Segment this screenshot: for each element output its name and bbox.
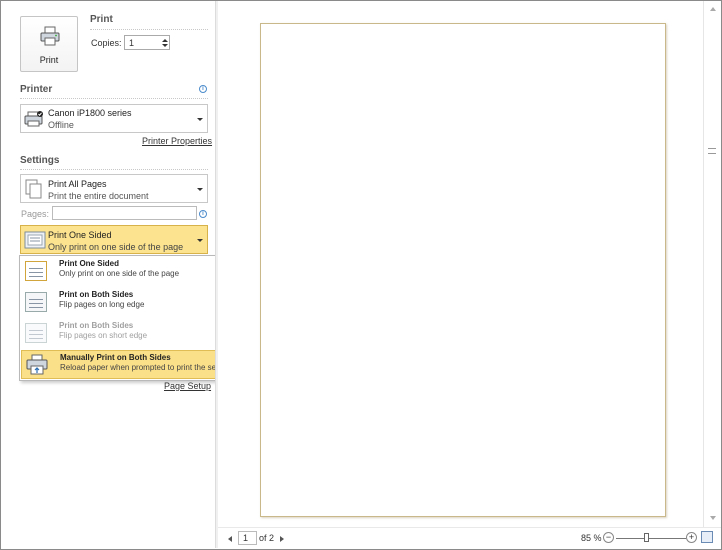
zoom-to-page-icon[interactable] <box>701 531 713 543</box>
pages-label: Pages: <box>21 209 50 219</box>
printer-name: Canon iP1800 series <box>48 108 132 118</box>
one-sided-icon <box>25 261 47 281</box>
one-sided-icon <box>24 231 46 249</box>
divider <box>20 169 208 170</box>
divider <box>90 29 208 30</box>
print-heading: Print <box>90 14 113 25</box>
menu-item-subtitle: Only print on one side of the page <box>59 269 180 278</box>
print-range-select[interactable]: Print All Pages Print the entire documen… <box>20 174 208 203</box>
zoom-slider[interactable] <box>616 538 686 539</box>
menu-item-subtitle: Flip pages on long edge <box>59 300 145 309</box>
menu-item-subtitle: Flip pages on short edge <box>59 331 148 340</box>
copies-stepper[interactable]: 1 <box>124 35 170 50</box>
pages-icon <box>25 179 42 199</box>
menu-item-title: Manually Print on Both Sides <box>60 353 171 362</box>
chevron-down-icon <box>197 117 203 121</box>
printer-status: Offline <box>48 120 74 130</box>
manual-duplex-icon <box>26 354 48 375</box>
printer-icon <box>40 26 60 46</box>
preview-page <box>260 23 666 517</box>
printer-icon <box>24 111 43 127</box>
menu-item-title: Print on Both Sides <box>59 321 134 330</box>
menu-item-title: Print One Sided <box>59 259 120 268</box>
print-sides-title: Print One Sided <box>48 230 112 240</box>
printer-select[interactable]: Canon iP1800 series Offline <box>20 104 208 133</box>
print-range-subtitle: Print the entire document <box>48 191 149 201</box>
print-range-title: Print All Pages <box>48 179 107 189</box>
scroll-up-icon[interactable] <box>710 7 716 11</box>
printer-heading: Printer <box>20 84 53 95</box>
next-page-icon[interactable] <box>280 536 284 542</box>
printer-properties-link[interactable]: Printer Properties <box>142 136 212 146</box>
preview-status-bar: 1 of 2 85 % − + <box>218 527 721 548</box>
info-icon[interactable]: i <box>199 85 207 93</box>
chevron-down-icon <box>197 238 203 242</box>
zoom-level[interactable]: 85 % <box>581 533 602 543</box>
chevron-down-icon <box>197 187 203 191</box>
print-sides-select[interactable]: Print One Sided Only print on one side o… <box>20 225 208 254</box>
print-sides-subtitle: Only print on one side of the page <box>48 242 184 252</box>
zoom-in-icon[interactable]: + <box>686 532 697 543</box>
duplex-short-edge-icon <box>25 323 47 343</box>
pages-input[interactable] <box>52 206 197 220</box>
page-count: of 2 <box>259 533 275 543</box>
increment-icon[interactable] <box>162 39 168 42</box>
copies-label: Copies: <box>91 38 122 48</box>
zoom-out-icon[interactable]: − <box>603 532 614 543</box>
menu-item-title: Print on Both Sides <box>59 290 134 299</box>
info-icon[interactable]: i <box>199 210 207 218</box>
vertical-scrollbar[interactable] <box>703 1 720 527</box>
divider <box>20 98 208 99</box>
scroll-down-icon[interactable] <box>710 516 716 520</box>
settings-heading: Settings <box>20 155 60 166</box>
page-setup-link[interactable]: Page Setup <box>164 381 211 391</box>
duplex-long-edge-icon <box>25 292 47 312</box>
print-button-label: Print <box>39 55 59 65</box>
zoom-slider-thumb[interactable] <box>644 533 649 542</box>
current-page-input[interactable]: 1 <box>238 531 257 545</box>
previous-page-icon[interactable] <box>228 536 232 542</box>
decrement-icon[interactable] <box>162 44 168 47</box>
print-preview <box>218 1 702 527</box>
copies-value: 1 <box>129 38 135 48</box>
scroll-thumb[interactable] <box>708 148 716 154</box>
print-button[interactable]: Print <box>20 16 78 72</box>
